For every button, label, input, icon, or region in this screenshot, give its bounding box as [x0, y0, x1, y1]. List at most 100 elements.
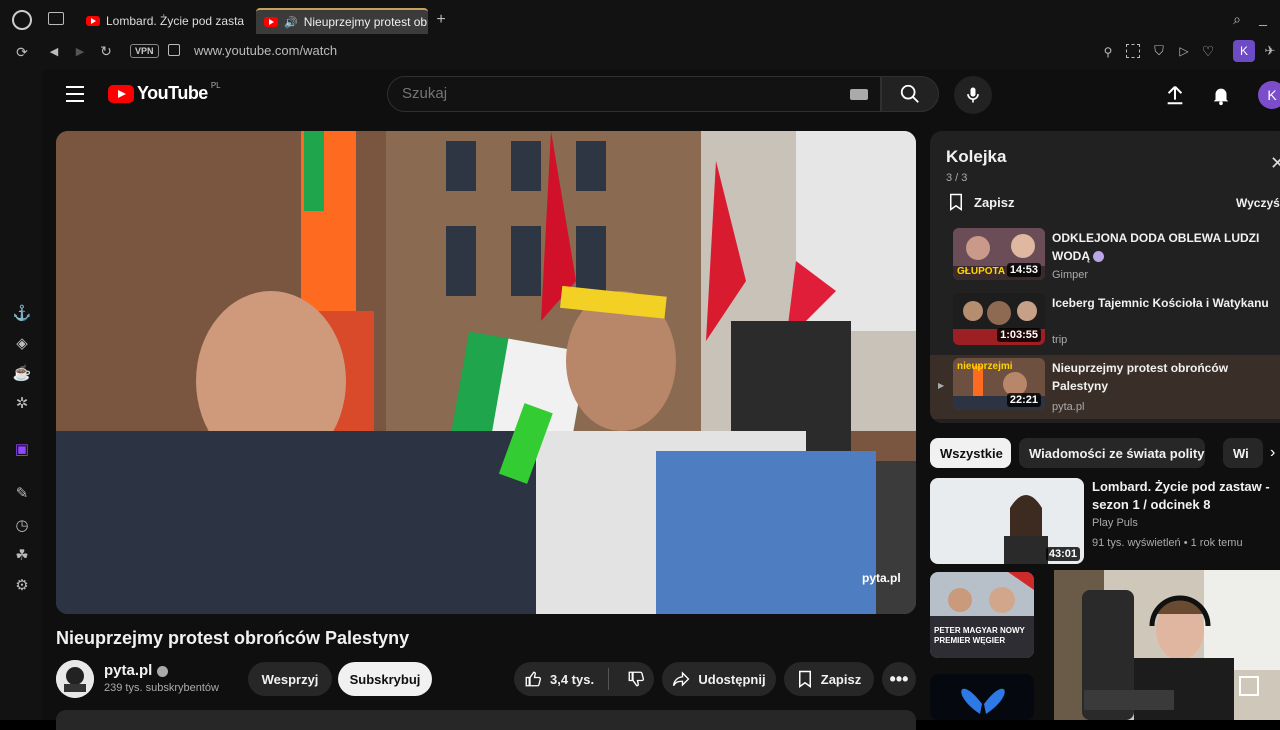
thumbnail-caption: PETER MAGYAR NOWY PREMIER WĘGIER — [934, 626, 1025, 645]
channel-avatar[interactable] — [56, 660, 94, 698]
queue-save-button[interactable]: Zapisz — [948, 193, 1014, 211]
workspaces-icon[interactable] — [48, 12, 64, 25]
refresh-icon[interactable]: ↻ — [98, 43, 114, 59]
queue-item-title: Iceberg Tajemnic Kościoła i Watykanu — [1052, 296, 1269, 310]
search-input[interactable] — [388, 77, 828, 110]
new-tab-icon[interactable]: + — [434, 12, 448, 28]
queue-item[interactable]: GŁUPOTA 14:53 ODKLEJONA DODA OBLEWA LUDZ… — [930, 225, 1280, 289]
account-avatar[interactable]: K — [1258, 81, 1280, 109]
fullscreen-icon[interactable] — [1239, 676, 1259, 696]
sidebar-app-icon[interactable]: ✲ — [12, 394, 32, 414]
description-box[interactable] — [56, 710, 916, 730]
thumbs-up-icon — [525, 671, 542, 687]
sidebar-app-icon[interactable]: ⚓ — [12, 304, 32, 324]
heart-icon[interactable]: ♡ — [1200, 43, 1216, 59]
browser-toolbar: Lombard. Życie pod zastaw 🔊 Nieuprzejmy … — [0, 0, 1280, 70]
queue-thumbnail: nieuprzejmi 22:21 — [953, 358, 1045, 410]
opera-logo-icon[interactable] — [12, 10, 32, 30]
forward-icon[interactable]: ▶ — [72, 44, 88, 60]
thumbs-down-icon[interactable] — [627, 670, 645, 688]
youtube-logo[interactable]: YouTube PL — [108, 81, 221, 104]
youtube-favicon-icon — [86, 16, 100, 26]
recommendation-thumbnail[interactable]: PETER MAGYAR NOWY PREMIER WĘGIER — [930, 572, 1034, 658]
browser-profile-avatar[interactable]: K — [1233, 40, 1255, 62]
divider — [608, 668, 610, 690]
thumbnail-caption: GŁUPOTA — [957, 266, 1006, 277]
queue-count: 3 / 3 — [946, 172, 968, 184]
search-icon — [900, 84, 919, 103]
save-button[interactable]: Zapisz — [784, 662, 874, 696]
extensions-icon[interactable]: ✈ — [1262, 43, 1278, 59]
recommendation-thumbnail[interactable] — [930, 674, 1034, 720]
duration-badge: 43:01 — [1045, 547, 1080, 561]
save-label: Zapisz — [820, 671, 862, 687]
video-watermark: pyta.pl — [862, 571, 901, 585]
verified-icon — [156, 665, 168, 677]
pin-icon[interactable]: ⚲ — [1100, 44, 1116, 60]
subscriber-count: 239 tys. subskrybentów — [104, 682, 219, 694]
support-button[interactable]: Wesprzyj — [248, 662, 332, 696]
search-tabs-icon[interactable]: ⌕ — [1228, 11, 1246, 27]
chip-all[interactable]: Wszystkie — [930, 438, 1011, 468]
logo-text: YouTube — [137, 83, 208, 103]
recommendation-thumbnail[interactable]: 43:01 — [930, 478, 1084, 564]
share-label: Udostępnij — [698, 671, 766, 687]
video-player[interactable]: pyta.pl — [56, 131, 916, 614]
chip-politics-news[interactable]: Wiadomości ze świata polityki — [1019, 438, 1205, 468]
queue-item-channel: Gimper — [1052, 269, 1089, 281]
now-playing-icon: ▶ — [938, 381, 945, 390]
recommendation-stats: 91 tys. wyświetleń • 1 rok temu — [1092, 537, 1243, 549]
lock-icon[interactable] — [168, 44, 180, 56]
history-icon[interactable]: ◷ — [12, 516, 32, 536]
tab-lombard[interactable]: Lombard. Życie pod zastaw — [78, 8, 244, 34]
address-bar[interactable]: www.youtube.com/watch — [194, 43, 337, 58]
microphone-icon — [967, 87, 979, 103]
sidebar-app-icon[interactable]: ✎ — [12, 484, 32, 504]
browser-sidebar: ⚓ ◈ ☕ ✲ ▣ ✎ ◷ ☘ ⚙ — [0, 70, 42, 720]
search-box — [387, 76, 881, 112]
youtube-page: YouTube PL K — [42, 70, 1280, 730]
duration-badge: 22:21 — [1006, 393, 1041, 407]
notifications-bell-icon[interactable] — [1210, 84, 1232, 106]
subscribe-button[interactable]: Subskrybuj — [338, 662, 432, 696]
sidebar-app-icon[interactable]: ☕ — [12, 364, 32, 384]
menu-icon[interactable] — [66, 86, 84, 102]
more-actions-button[interactable]: ••• — [882, 662, 916, 696]
channel-name[interactable]: pyta.pl — [104, 662, 168, 679]
tab-current-video[interactable]: 🔊 Nieuprzejmy protest obroń — [256, 8, 428, 34]
voice-search-button[interactable] — [954, 76, 992, 114]
recommendation-title[interactable]: Lombard. Życie pod zastaw - sezon 1 / od… — [1092, 478, 1272, 514]
vpn-badge[interactable]: VPN — [130, 44, 159, 58]
search-button[interactable] — [881, 76, 939, 112]
queue-item[interactable]: 1:03:55 Iceberg Tajemnic Kościoła i Waty… — [930, 290, 1280, 354]
player-icon[interactable]: ▷ — [1176, 43, 1192, 59]
like-button[interactable]: 3,4 tys. — [524, 670, 594, 688]
minimize-icon[interactable]: _ — [1256, 10, 1270, 26]
reload-icon[interactable]: ⟳ — [14, 44, 30, 60]
queue-save-label: Zapisz — [974, 194, 1015, 210]
video-frame — [56, 131, 916, 614]
recommendation-channel[interactable]: Play Puls — [1092, 517, 1138, 529]
queue-panel: Kolejka 3 / 3 ✕ Zapisz Wyczyść GŁUPOTA 1… — [930, 131, 1280, 423]
snapshot-icon[interactable] — [1126, 44, 1140, 58]
upload-icon[interactable] — [1164, 84, 1186, 106]
support-label: Wesprzyj — [261, 671, 319, 687]
settings-icon[interactable]: ⚙ — [12, 576, 32, 596]
twitch-icon[interactable]: ▣ — [12, 440, 32, 460]
chip-more[interactable]: Wi — [1223, 438, 1263, 468]
share-button[interactable]: Udostępnij — [662, 662, 776, 696]
chevron-right-icon[interactable]: › — [1270, 444, 1275, 462]
shield-icon[interactable]: ⛉ — [1151, 43, 1167, 59]
keyboard-icon[interactable] — [850, 89, 868, 100]
youtube-logo-icon — [108, 84, 134, 103]
like-count: 3,4 tys. — [550, 671, 595, 687]
sidebar-app-icon[interactable]: ◈ — [12, 334, 32, 354]
back-icon[interactable]: ◀ — [46, 44, 62, 60]
queue-item-current[interactable]: ▶ nieuprzejmi 22:21 Nieuprzejmy protest … — [930, 355, 1280, 419]
subscribe-label: Subskrybuj — [349, 671, 421, 687]
queue-clear-button[interactable]: Wyczyść — [1236, 196, 1280, 210]
close-icon[interactable]: ✕ — [1270, 153, 1280, 174]
sidebar-app-icon[interactable]: ☘ — [12, 546, 32, 566]
duration-badge: 1:03:55 — [997, 328, 1041, 342]
speaker-icon[interactable]: 🔊 — [284, 16, 298, 29]
